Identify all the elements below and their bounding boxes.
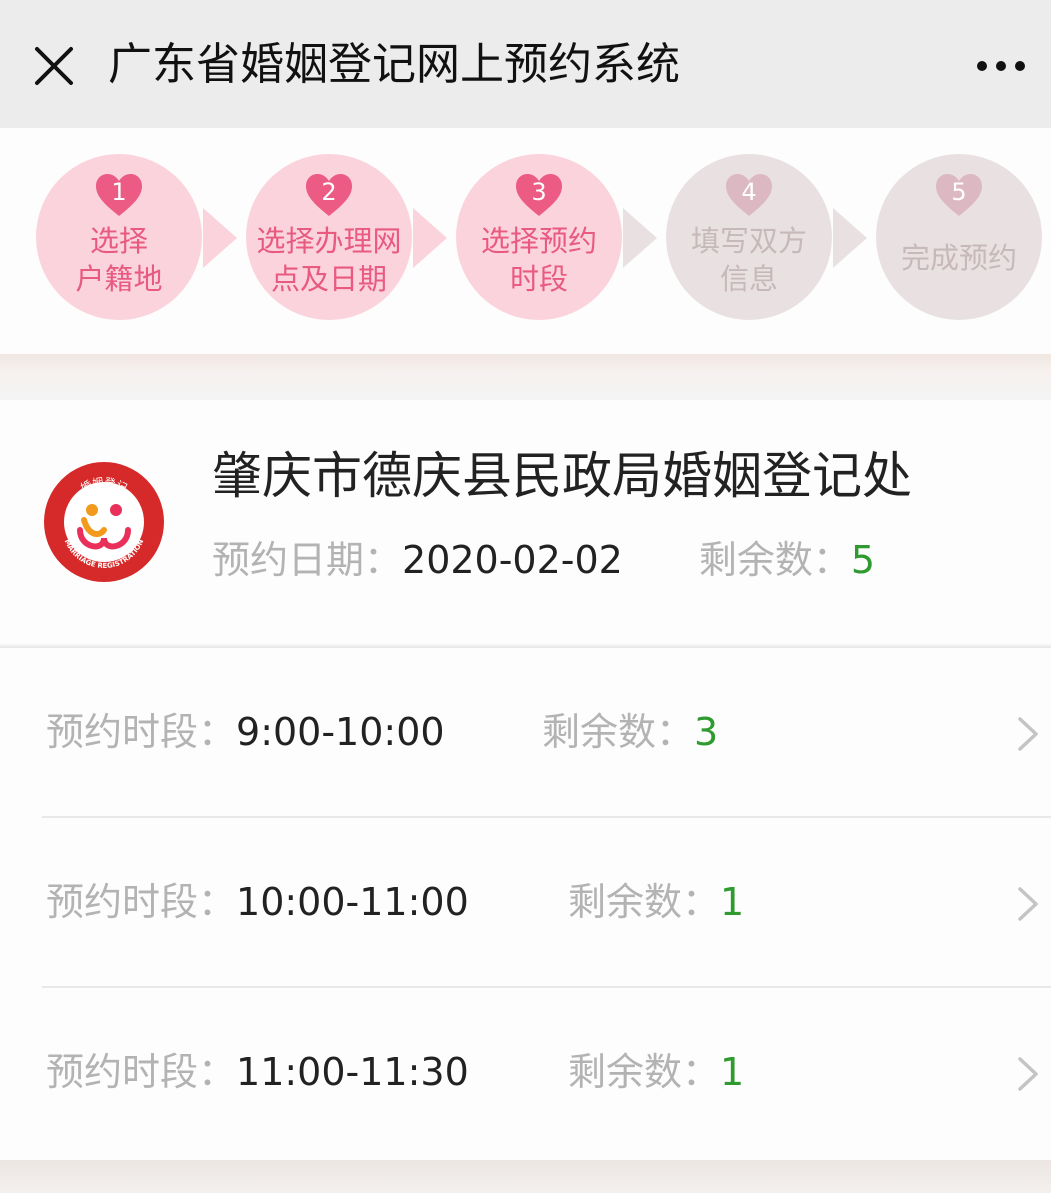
- slot-remaining: 剩余数：1: [568, 874, 744, 930]
- title-bar: 广东省婚姻登记网上预约系统: [0, 0, 1051, 128]
- time-slot-row[interactable]: 预约时段：9:00-10:00 剩余数：3: [0, 648, 1051, 818]
- step-label-line1: 选择办理网: [256, 224, 402, 258]
- date-label: 预约日期：: [212, 538, 403, 582]
- step-label: 填写双方 信息: [666, 222, 832, 298]
- slot-time-value: 9:00-10:00: [236, 710, 445, 754]
- slot-remaining-label: 剩余数：: [568, 1050, 721, 1094]
- step-arrow-icon: [623, 208, 657, 268]
- step-label: 完成预约: [900, 241, 1017, 275]
- slot-remaining-label: 剩余数：: [568, 880, 721, 924]
- slot-time: 预约时段：9:00-10:00: [46, 704, 445, 760]
- slot-remaining-count: 3: [694, 710, 719, 754]
- step-number: 2: [321, 178, 337, 206]
- marriage-registration-logo: 婚姻登记 MARRIAGE REGISTRATION: [44, 462, 164, 582]
- close-icon: [35, 47, 73, 85]
- slot-label: 预约时段：: [46, 1050, 237, 1094]
- remaining-label: 剩余数：: [698, 538, 851, 582]
- chevron-right-icon: [1018, 887, 1038, 921]
- step-label-line2: 时段: [509, 262, 568, 296]
- slot-time-value: 10:00-11:00: [236, 880, 469, 924]
- time-slot-row[interactable]: 预约时段：11:00-11:30 剩余数：1: [0, 988, 1051, 1158]
- more-button[interactable]: [969, 34, 1033, 98]
- office-card: 婚姻登记 MARRIAGE REGISTRATION 肇庆市德庆县民政局婚姻登记…: [0, 400, 1051, 644]
- step-label: 选择办理网 点及日期: [246, 222, 412, 298]
- close-button[interactable]: [22, 34, 86, 98]
- step-2: 2 选择办理网 点及日期: [246, 154, 412, 320]
- section-divider: [0, 354, 1051, 400]
- step-label-line1: 选择: [89, 224, 148, 258]
- step-label: 选择预约 时段: [456, 222, 622, 298]
- chevron-right-icon: [1018, 1057, 1038, 1091]
- slot-time: 预约时段：11:00-11:30: [46, 1044, 469, 1100]
- step-number: 5: [951, 178, 967, 206]
- step-label-line1: 填写双方: [690, 224, 807, 258]
- slot-label: 预约时段：: [46, 710, 237, 754]
- progress-steps: 1 选择 户籍地 2 选择办理网 点及日期 3 选择预约 时段 4 填写双方 信…: [0, 128, 1051, 354]
- bottom-edge: [0, 1160, 1051, 1193]
- app-title: 广东省婚姻登记网上预约系统: [108, 39, 680, 90]
- remaining-count: 5: [850, 538, 876, 582]
- step-number: 3: [531, 178, 547, 206]
- slot-remaining: 剩余数：1: [568, 1044, 744, 1100]
- office-meta: 预约日期：2020-02-02 剩余数：5: [212, 532, 875, 588]
- slot-label: 预约时段：: [46, 880, 237, 924]
- step-label: 选择 户籍地: [36, 222, 202, 298]
- step-number: 4: [741, 178, 757, 206]
- step-label-line2: 信息: [719, 262, 778, 296]
- date-value: 2020-02-02: [402, 538, 623, 582]
- time-slot-row[interactable]: 预约时段：10:00-11:00 剩余数：1: [0, 818, 1051, 988]
- slot-remaining-count: 1: [720, 1050, 745, 1094]
- step-5: 5 完成预约: [876, 154, 1042, 320]
- step-1: 1 选择 户籍地: [36, 154, 202, 320]
- slot-remaining-label: 剩余数：: [542, 710, 695, 754]
- step-arrow-icon: [833, 208, 867, 268]
- more-dots-icon: [977, 61, 1025, 71]
- time-slot-list: 预约时段：9:00-10:00 剩余数：3 预约时段：10:00-11:00 剩…: [0, 646, 1051, 1160]
- chevron-right-icon: [1018, 717, 1038, 751]
- step-label-line1: 选择预约: [480, 224, 597, 258]
- slot-remaining-count: 1: [720, 880, 745, 924]
- step-label-line2: 户籍地: [75, 262, 163, 296]
- slot-remaining: 剩余数：3: [542, 704, 718, 760]
- step-arrow-icon: [203, 208, 237, 268]
- office-name: 肇庆市德庆县民政局婚姻登记处: [212, 447, 912, 505]
- step-4: 4 填写双方 信息: [666, 154, 832, 320]
- step-3: 3 选择预约 时段: [456, 154, 622, 320]
- step-label-line2: 点及日期: [270, 262, 387, 296]
- slot-time: 预约时段：10:00-11:00: [46, 874, 469, 930]
- slot-time-value: 11:00-11:30: [236, 1050, 469, 1094]
- step-number: 1: [111, 178, 127, 206]
- step-arrow-icon: [413, 208, 447, 268]
